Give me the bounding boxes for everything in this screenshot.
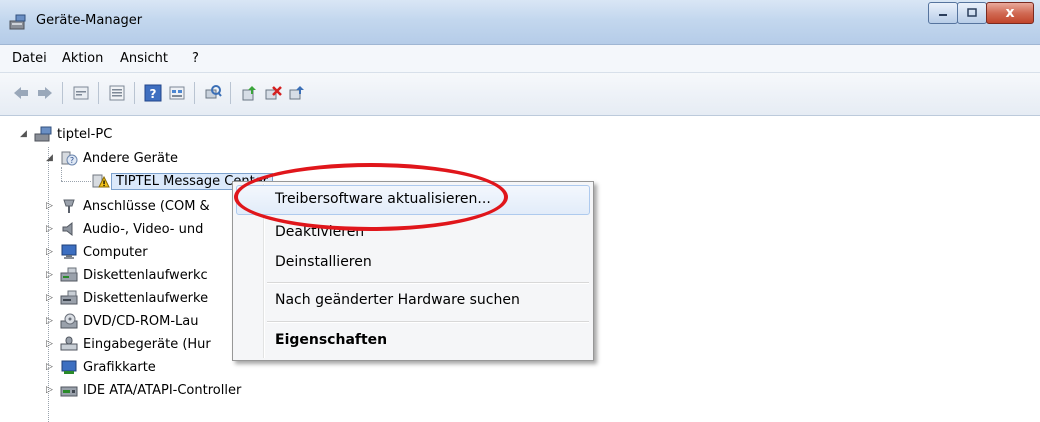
tree-node-label: Eingabegeräte (Hur xyxy=(83,336,211,352)
menu-bar: Datei Aktion Ansicht ? xyxy=(0,45,1040,73)
menu-datei[interactable]: Datei xyxy=(12,51,47,66)
tree-node-label: Andere Geräte xyxy=(83,150,179,166)
ide-controller-icon xyxy=(60,386,78,397)
tree-node-audio-video[interactable]: ▷ Audio-, Video- und xyxy=(46,219,203,239)
tree-node-dvd-cdrom[interactable]: ▷ DVD/CD-ROM-Lau xyxy=(46,311,198,331)
collapse-icon[interactable]: ◢ xyxy=(46,153,56,163)
floppy-drive-icon xyxy=(60,290,78,305)
back-arrow-icon[interactable] xyxy=(12,84,30,102)
update-driver-icon[interactable] xyxy=(240,84,258,102)
svg-text:?: ? xyxy=(150,87,157,101)
expand-icon[interactable]: ▷ xyxy=(46,224,56,234)
tree-node-diskettenlaufwerke[interactable]: ▷ Diskettenlaufwerke xyxy=(46,288,208,308)
toolbar-separator xyxy=(194,82,195,104)
list-view-icon[interactable] xyxy=(108,84,126,102)
close-icon: x xyxy=(1005,5,1015,21)
menu-ansicht[interactable]: Ansicht xyxy=(120,51,168,66)
tree-node-andere-geraete[interactable]: ◢ ? Andere Geräte xyxy=(46,148,178,168)
forward-arrow-icon[interactable] xyxy=(36,84,54,102)
maximize-icon xyxy=(967,8,977,17)
maximize-button[interactable] xyxy=(957,2,987,24)
context-scan-hardware[interactable]: Nach geänderter Hardware suchen xyxy=(275,292,520,308)
tree-root-label: tiptel-PC xyxy=(57,126,113,142)
toolbar-separator xyxy=(230,82,231,104)
tree-node-label: IDE ATA/ATAPI-Controller xyxy=(83,382,242,398)
context-uninstall[interactable]: Deinstallieren xyxy=(275,254,372,270)
display-adapter-icon xyxy=(61,360,77,374)
tree-node-anschluesse[interactable]: ▷ Anschlüsse (COM & xyxy=(46,196,210,216)
tree-line xyxy=(61,167,62,181)
menu-help[interactable]: ? xyxy=(192,51,199,66)
expand-icon[interactable]: ▷ xyxy=(46,316,56,326)
expand-icon[interactable]: ▷ xyxy=(46,247,56,257)
ports-icon xyxy=(63,199,75,213)
resource-view-icon[interactable] xyxy=(168,84,186,102)
context-menu: Treibersoftware aktualisieren... Deaktiv… xyxy=(232,181,594,361)
properties-icon[interactable] xyxy=(72,84,90,102)
menu-aktion[interactable]: Aktion xyxy=(62,51,103,66)
warning-device-icon xyxy=(92,174,110,188)
context-menu-separator xyxy=(267,282,589,284)
tree-node-label: Diskettenlaufwerke xyxy=(83,290,209,306)
window-controls: x xyxy=(928,2,1034,24)
tree-node-label: Diskettenlaufwerkc xyxy=(83,267,208,283)
tree-node-label: Grafikkarte xyxy=(83,359,156,375)
floppy-controller-icon xyxy=(60,267,78,282)
enable-device-icon[interactable] xyxy=(288,84,306,102)
context-menu-separator xyxy=(267,321,589,323)
tree-node-label: DVD/CD-ROM-Lau xyxy=(83,313,199,329)
unknown-device-category-icon: ? xyxy=(61,151,78,166)
title-bar: Geräte-Manager x xyxy=(0,0,1040,45)
uninstall-icon[interactable] xyxy=(264,84,282,102)
minimize-button[interactable] xyxy=(928,2,958,24)
tree-node-grafikkarte[interactable]: ▷ Grafikkarte xyxy=(46,357,156,377)
expand-icon[interactable]: ▷ xyxy=(46,293,56,303)
dvd-icon xyxy=(60,313,78,329)
scan-hardware-icon[interactable] xyxy=(204,84,222,102)
help-icon[interactable]: ? xyxy=(144,84,162,102)
context-properties[interactable]: Eigenschaften xyxy=(275,332,387,348)
tree-node-label: Computer xyxy=(83,244,148,260)
toolbar: ? xyxy=(0,73,1040,116)
computer-icon xyxy=(61,244,77,259)
expand-icon[interactable]: ▷ xyxy=(46,385,56,395)
svg-text:?: ? xyxy=(70,156,74,165)
toolbar-separator xyxy=(134,82,135,104)
input-device-icon xyxy=(60,336,78,351)
expand-icon[interactable]: ▷ xyxy=(46,270,56,280)
device-manager-icon xyxy=(9,14,26,30)
computer-root-icon xyxy=(34,126,52,142)
context-disable[interactable]: Deaktivieren xyxy=(275,224,364,240)
tree-node-label: Audio-, Video- und xyxy=(83,221,204,237)
close-button[interactable]: x xyxy=(986,2,1034,24)
expand-icon[interactable]: ▷ xyxy=(46,201,56,211)
tree-node-computer[interactable]: ▷ Computer xyxy=(46,242,148,262)
tree-node-ide-ata[interactable]: ▷ IDE ATA/ATAPI-Controller xyxy=(46,380,241,400)
window-title: Geräte-Manager xyxy=(36,13,143,28)
tree-node-diskettenlaufwerkc[interactable]: ▷ Diskettenlaufwerkc xyxy=(46,265,208,285)
minimize-icon xyxy=(939,14,947,16)
tree-line xyxy=(61,181,91,182)
tree-node-eingabegeraete[interactable]: ▷ Eingabegeräte (Hur xyxy=(46,334,211,354)
context-update-driver[interactable]: Treibersoftware aktualisieren... xyxy=(275,191,491,207)
expand-icon[interactable]: ▷ xyxy=(46,362,56,372)
expand-icon[interactable]: ▷ xyxy=(46,339,56,349)
tree-node-label: Anschlüsse (COM & xyxy=(83,198,210,214)
collapse-icon[interactable]: ◢ xyxy=(20,129,30,139)
toolbar-separator xyxy=(98,82,99,104)
audio-icon xyxy=(62,221,73,237)
toolbar-separator xyxy=(62,82,63,104)
tree-node-root[interactable]: ◢ tiptel-PC xyxy=(20,124,112,144)
